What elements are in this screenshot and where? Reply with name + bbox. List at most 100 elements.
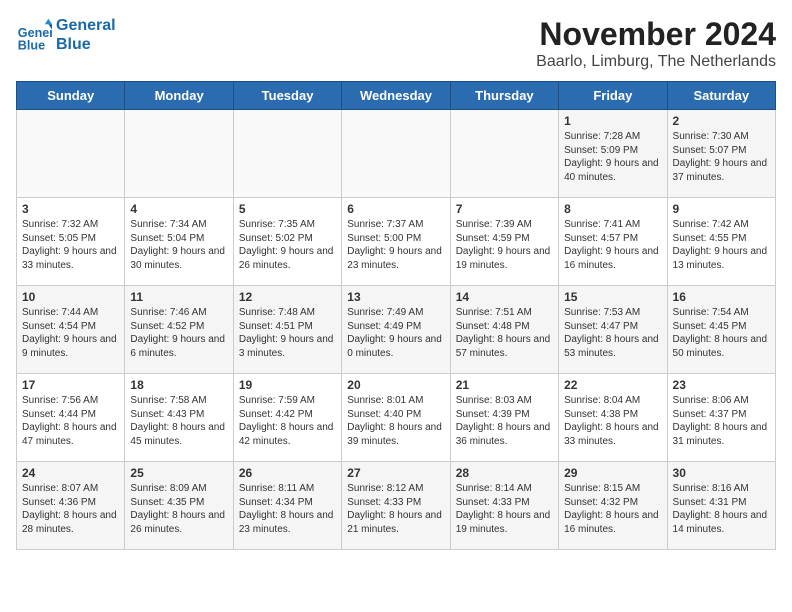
day-info: Sunrise: 7:30 AM Sunset: 5:07 PM Dayligh… bbox=[673, 131, 768, 183]
day-number: 25 bbox=[130, 466, 227, 480]
day-info: Sunrise: 7:42 AM Sunset: 4:55 PM Dayligh… bbox=[673, 219, 768, 271]
weekday-header-monday: Monday bbox=[125, 82, 233, 110]
day-number: 30 bbox=[673, 466, 770, 480]
calendar-cell: 26 Sunrise: 8:11 AM Sunset: 4:34 PM Dayli… bbox=[233, 462, 341, 550]
calendar-week-1: 1 Sunrise: 7:28 AM Sunset: 5:09 PM Daylig… bbox=[17, 110, 776, 198]
calendar-cell: 17 Sunrise: 7:56 AM Sunset: 4:44 PM Dayli… bbox=[17, 374, 125, 462]
logo-line1: General bbox=[56, 16, 116, 35]
day-number: 26 bbox=[239, 466, 336, 480]
calendar-week-5: 24 Sunrise: 8:07 AM Sunset: 4:36 PM Dayli… bbox=[17, 462, 776, 550]
day-info: Sunrise: 8:09 AM Sunset: 4:35 PM Dayligh… bbox=[130, 483, 225, 535]
day-info: Sunrise: 7:53 AM Sunset: 4:47 PM Dayligh… bbox=[564, 307, 659, 359]
calendar-cell: 16 Sunrise: 7:54 AM Sunset: 4:45 PM Dayli… bbox=[667, 286, 775, 374]
day-number: 12 bbox=[239, 290, 336, 304]
day-number: 7 bbox=[456, 202, 553, 216]
day-info: Sunrise: 7:37 AM Sunset: 5:00 PM Dayligh… bbox=[347, 219, 442, 271]
day-number: 6 bbox=[347, 202, 444, 216]
day-info: Sunrise: 8:03 AM Sunset: 4:39 PM Dayligh… bbox=[456, 395, 551, 447]
calendar-cell: 4Sunrise: 7:34 AM Sunset: 5:04 PM Daylig… bbox=[125, 198, 233, 286]
weekday-header-tuesday: Tuesday bbox=[233, 82, 341, 110]
day-number: 29 bbox=[564, 466, 661, 480]
calendar-cell: 3 Sunrise: 7:32 AM Sunset: 5:05 PM Daylig… bbox=[17, 198, 125, 286]
svg-text:Blue: Blue bbox=[18, 39, 45, 53]
calendar-cell: 23 Sunrise: 8:06 AM Sunset: 4:37 PM Dayli… bbox=[667, 374, 775, 462]
calendar-cell: 2 Sunrise: 7:30 AM Sunset: 5:07 PM Daylig… bbox=[667, 110, 775, 198]
day-number: 15 bbox=[564, 290, 661, 304]
day-number: 4 bbox=[130, 202, 227, 216]
day-info: Sunrise: 7:48 AM Sunset: 4:51 PM Dayligh… bbox=[239, 307, 334, 359]
calendar-cell bbox=[125, 110, 233, 198]
day-number: 3 bbox=[22, 202, 119, 216]
day-number: 23 bbox=[673, 378, 770, 392]
day-info: Sunrise: 7:44 AM Sunset: 4:54 PM Dayligh… bbox=[22, 307, 117, 359]
weekday-header-friday: Friday bbox=[559, 82, 667, 110]
page-header: General Blue General Blue November 2024 … bbox=[16, 16, 776, 71]
calendar-cell: 6 Sunrise: 7:37 AM Sunset: 5:00 PM Daylig… bbox=[342, 198, 450, 286]
calendar-cell: 27 Sunrise: 8:12 AM Sunset: 4:33 PM Dayli… bbox=[342, 462, 450, 550]
day-info: Sunrise: 8:01 AM Sunset: 4:40 PM Dayligh… bbox=[347, 395, 442, 447]
logo-icon: General Blue bbox=[16, 17, 52, 53]
day-number: 19 bbox=[239, 378, 336, 392]
calendar-cell: 1 Sunrise: 7:28 AM Sunset: 5:09 PM Daylig… bbox=[559, 110, 667, 198]
day-info: Sunrise: 8:12 AM Sunset: 4:33 PM Dayligh… bbox=[347, 483, 442, 535]
calendar-cell: 28 Sunrise: 8:14 AM Sunset: 4:33 PM Dayli… bbox=[450, 462, 558, 550]
day-number: 16 bbox=[673, 290, 770, 304]
logo: General Blue General Blue bbox=[16, 16, 116, 54]
calendar-cell: 15 Sunrise: 7:53 AM Sunset: 4:47 PM Dayli… bbox=[559, 286, 667, 374]
day-info: Sunrise: 8:06 AM Sunset: 4:37 PM Dayligh… bbox=[673, 395, 768, 447]
weekday-header-saturday: Saturday bbox=[667, 82, 775, 110]
day-info: Sunrise: 7:54 AM Sunset: 4:45 PM Dayligh… bbox=[673, 307, 768, 359]
day-info: Sunrise: 7:32 AM Sunset: 5:05 PM Dayligh… bbox=[22, 219, 117, 271]
day-number: 10 bbox=[22, 290, 119, 304]
day-number: 8 bbox=[564, 202, 661, 216]
calendar-cell bbox=[17, 110, 125, 198]
calendar-cell: 18Sunrise: 7:58 AM Sunset: 4:43 PM Dayli… bbox=[125, 374, 233, 462]
day-info: Sunrise: 8:14 AM Sunset: 4:33 PM Dayligh… bbox=[456, 483, 551, 535]
day-info: Sunrise: 7:59 AM Sunset: 4:42 PM Dayligh… bbox=[239, 395, 334, 447]
calendar-cell: 13 Sunrise: 7:49 AM Sunset: 4:49 PM Dayli… bbox=[342, 286, 450, 374]
calendar-cell: 19 Sunrise: 7:59 AM Sunset: 4:42 PM Dayli… bbox=[233, 374, 341, 462]
day-number: 11 bbox=[130, 290, 227, 304]
calendar-cell: 10 Sunrise: 7:44 AM Sunset: 4:54 PM Dayli… bbox=[17, 286, 125, 374]
day-number: 28 bbox=[456, 466, 553, 480]
calendar-header: SundayMondayTuesdayWednesdayThursdayFrid… bbox=[17, 82, 776, 110]
calendar-cell bbox=[450, 110, 558, 198]
day-info: Sunrise: 8:15 AM Sunset: 4:32 PM Dayligh… bbox=[564, 483, 659, 535]
calendar-cell: 12 Sunrise: 7:48 AM Sunset: 4:51 PM Dayli… bbox=[233, 286, 341, 374]
calendar-cell: 20 Sunrise: 8:01 AM Sunset: 4:40 PM Dayli… bbox=[342, 374, 450, 462]
day-number: 18 bbox=[130, 378, 227, 392]
calendar-cell: 5Sunrise: 7:35 AM Sunset: 5:02 PM Daylig… bbox=[233, 198, 341, 286]
day-number: 22 bbox=[564, 378, 661, 392]
calendar-cell: 30 Sunrise: 8:16 AM Sunset: 4:31 PM Dayli… bbox=[667, 462, 775, 550]
day-number: 9 bbox=[673, 202, 770, 216]
day-info: Sunrise: 7:46 AM Sunset: 4:52 PM Dayligh… bbox=[130, 307, 225, 359]
day-info: Sunrise: 7:35 AM Sunset: 5:02 PM Dayligh… bbox=[239, 219, 334, 271]
day-number: 13 bbox=[347, 290, 444, 304]
day-info: Sunrise: 8:11 AM Sunset: 4:34 PM Dayligh… bbox=[239, 483, 334, 535]
calendar-cell: 7 Sunrise: 7:39 AM Sunset: 4:59 PM Daylig… bbox=[450, 198, 558, 286]
day-number: 24 bbox=[22, 466, 119, 480]
day-number: 20 bbox=[347, 378, 444, 392]
calendar-cell: 9 Sunrise: 7:42 AM Sunset: 4:55 PM Daylig… bbox=[667, 198, 775, 286]
day-info: Sunrise: 7:49 AM Sunset: 4:49 PM Dayligh… bbox=[347, 307, 442, 359]
day-number: 17 bbox=[22, 378, 119, 392]
day-info: Sunrise: 7:39 AM Sunset: 4:59 PM Dayligh… bbox=[456, 219, 551, 271]
day-info: Sunrise: 8:07 AM Sunset: 4:36 PM Dayligh… bbox=[22, 483, 117, 535]
location-title: Baarlo, Limburg, The Netherlands bbox=[536, 53, 776, 71]
calendar-week-2: 3 Sunrise: 7:32 AM Sunset: 5:05 PM Daylig… bbox=[17, 198, 776, 286]
calendar-cell: 22 Sunrise: 8:04 AM Sunset: 4:38 PM Dayli… bbox=[559, 374, 667, 462]
calendar-cell bbox=[342, 110, 450, 198]
day-info: Sunrise: 8:16 AM Sunset: 4:31 PM Dayligh… bbox=[673, 483, 768, 535]
day-number: 1 bbox=[564, 114, 661, 128]
calendar-table: SundayMondayTuesdayWednesdayThursdayFrid… bbox=[16, 81, 776, 550]
calendar-cell: 11 Sunrise: 7:46 AM Sunset: 4:52 PM Dayli… bbox=[125, 286, 233, 374]
day-info: Sunrise: 7:56 AM Sunset: 4:44 PM Dayligh… bbox=[22, 395, 117, 447]
day-info: Sunrise: 7:28 AM Sunset: 5:09 PM Dayligh… bbox=[564, 131, 659, 183]
day-info: Sunrise: 8:04 AM Sunset: 4:38 PM Dayligh… bbox=[564, 395, 659, 447]
day-number: 2 bbox=[673, 114, 770, 128]
day-number: 21 bbox=[456, 378, 553, 392]
calendar-cell: 24 Sunrise: 8:07 AM Sunset: 4:36 PM Dayli… bbox=[17, 462, 125, 550]
calendar-cell: 25 Sunrise: 8:09 AM Sunset: 4:35 PM Dayli… bbox=[125, 462, 233, 550]
title-block: November 2024 Baarlo, Limburg, The Nethe… bbox=[536, 16, 776, 71]
day-number: 27 bbox=[347, 466, 444, 480]
